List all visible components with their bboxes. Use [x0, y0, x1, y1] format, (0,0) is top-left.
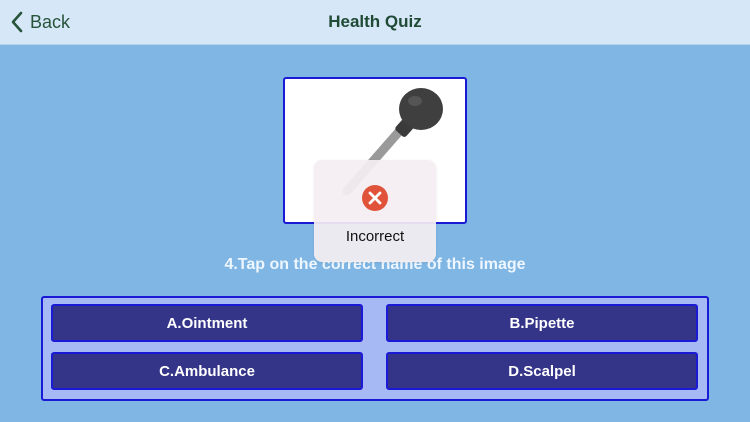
- feedback-toast: Incorrect: [314, 160, 436, 262]
- answer-button-a[interactable]: A.Ointment: [51, 304, 363, 342]
- answer-button-d[interactable]: D.Scalpel: [386, 352, 698, 390]
- error-x-icon: [362, 185, 388, 211]
- feedback-text: Incorrect: [345, 228, 405, 245]
- page-title: Health Quiz: [328, 12, 422, 31]
- answer-button-b[interactable]: B.Pipette: [386, 304, 698, 342]
- answer-button-c[interactable]: C.Ambulance: [51, 352, 363, 390]
- navigation-bar: Back Health Quiz: [0, 0, 750, 45]
- answers-panel: A.Ointment B.Pipette C.Ambulance D.Scalp…: [41, 296, 709, 401]
